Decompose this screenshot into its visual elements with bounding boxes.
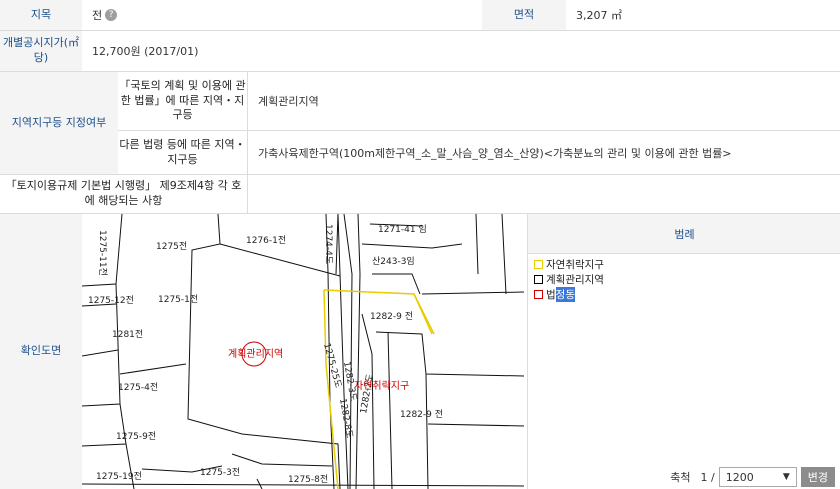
legend-label-selected: 정동 (555, 287, 575, 302)
map-label: 1282-2도 (359, 373, 376, 414)
legend-title-text: 범례 (674, 227, 695, 241)
map-label: 1282-8도 (337, 398, 354, 439)
row-jimok: 지목 전 ? 면적 3,207 ㎡ (0, 0, 840, 31)
map-label: 1282-9 전 (370, 311, 413, 322)
map-label: 1275-25도 (321, 342, 343, 389)
value-jimok: 전 ? (82, 0, 482, 30)
map-label: 1275-12전 (88, 295, 134, 306)
legend-swatch (534, 260, 543, 269)
value-area: 3,207 ㎡ (566, 0, 840, 30)
label-area: 면적 (482, 0, 566, 30)
value-zone-sub2-text: 가축사육제한구역(100m제한구역_소_말_사슴_양_염소_산양)<가축분뇨의 … (258, 146, 732, 160)
legend-swatch (534, 275, 543, 284)
scale-select[interactable]: 1200 ▼ (718, 467, 797, 487)
label-article: 「토지이용규제 기본법 시행령」 제9조제4항 각 호에 해당되는 사항 (0, 175, 248, 213)
value-price-text: 12,700원 (2017/01) (92, 45, 199, 58)
map-svg[interactable]: 1275-11전 1275전 1276-1전 1274-4도 1271-41 임… (82, 214, 524, 489)
map-label: 1276-1전 (246, 235, 286, 246)
map-label: 1275전 (156, 241, 187, 252)
scale-bar: 축척 1 / 1200 ▼ 변경 (528, 465, 840, 489)
legend-item-legal-dong: 법 정동 (534, 287, 575, 302)
map-label: 1275-1전 (158, 294, 198, 305)
map-label: 1275-3전 (200, 467, 240, 478)
value-area-text: 3,207 ㎡ (576, 9, 622, 22)
row-article: 「토지이용규제 기본법 시행령」 제9조제4항 각 호에 해당되는 사항 (0, 175, 840, 214)
map-label: 산243-3임 (372, 255, 415, 267)
map-zone-label: 계획관리지역 (228, 348, 283, 360)
label-zone-sub1-text: 「국토의 계획 및 이용에 관한 법률」에 따른 지역・지구등 (119, 78, 246, 122)
map-label: 1271-41 임 (378, 223, 427, 235)
map-label: 1275-9전 (116, 431, 156, 442)
legend-swatch (534, 290, 543, 299)
label-price-text: 개별공시지가(㎡당) (2, 36, 79, 64)
value-zone-sub2: 가축사육제한구역(100m제한구역_소_말_사슴_양_염소_산양)<가축분뇨의 … (248, 131, 840, 174)
row-price: 개별공시지가(㎡당) 12,700원 (2017/01) (0, 31, 840, 72)
label-zone-text: 지역지구등 지정여부 (11, 115, 107, 129)
label-zone-sub2-text: 다른 법령 등에 따른 지역・지구등 (119, 137, 246, 166)
map-label: 1281전 (112, 329, 143, 340)
legend-title: 범례 (528, 214, 840, 254)
chevron-down-icon: ▼ (782, 472, 790, 482)
help-icon[interactable]: ? (105, 9, 118, 21)
value-zone-sub1-text: 계획관리지역 (258, 95, 319, 108)
legend-item-natural-village: 자연취락지구 (534, 257, 604, 272)
legend-label: 법 (546, 289, 556, 301)
label-jimok-text: 지목 (30, 7, 52, 21)
label-jimok: 지목 (0, 0, 82, 30)
legend-label: 자연취락지구 (546, 259, 604, 271)
legend-item-planning-zone: 계획관리지역 (534, 272, 604, 287)
legend-label: 계획관리지역 (546, 274, 604, 286)
change-scale-button[interactable]: 변경 (800, 467, 835, 487)
legend-panel: 범례 자연취락지구 계획관리지역 법 정동 축척 1 / 1200 ▼ 변경 (527, 214, 840, 489)
label-zone: 지역지구등 지정여부 (0, 72, 118, 174)
map-label: 1275-8전 (288, 474, 328, 485)
label-map: 확인도면 (0, 214, 82, 489)
map-label: 1274-4도 (323, 224, 333, 264)
value-jimok-text: 전 (92, 9, 103, 22)
label-map-text: 확인도면 (20, 344, 62, 358)
parcel-lines (82, 214, 524, 489)
cadastral-map[interactable]: 1275-11전 1275전 1276-1전 1274-4도 1271-41 임… (82, 214, 524, 489)
label-area-text: 면적 (513, 7, 535, 21)
map-label: 1282-9 전 (400, 409, 443, 420)
value-zone-sub1: 계획관리지역 (248, 72, 840, 131)
label-zone-sub2: 다른 법령 등에 따른 지역・지구등 (118, 131, 248, 174)
value-article (248, 175, 840, 213)
value-price: 12,700원 (2017/01) (82, 31, 840, 71)
map-label: 1275-11전 (97, 230, 108, 276)
row-zone: 지역지구등 지정여부 「국토의 계획 및 이용에 관한 법률」에 따른 지역・지… (0, 72, 840, 175)
scale-value: 1200 (725, 470, 754, 484)
scale-label: 축척 (670, 471, 691, 484)
map-zone-label: 자연취락지구 (354, 380, 409, 392)
label-zone-sub1: 「국토의 계획 및 이용에 관한 법률」에 따른 지역・지구등 (118, 72, 248, 131)
map-label: 1275-19전 (96, 471, 142, 482)
label-price: 개별공시지가(㎡당) (0, 31, 82, 71)
label-article-text: 「토지이용규제 기본법 시행령」 제9조제4항 각 호에 해당되는 사항 (5, 179, 242, 207)
scale-prefix: 1 / (700, 470, 715, 484)
map-label: 1275-4전 (118, 382, 158, 393)
